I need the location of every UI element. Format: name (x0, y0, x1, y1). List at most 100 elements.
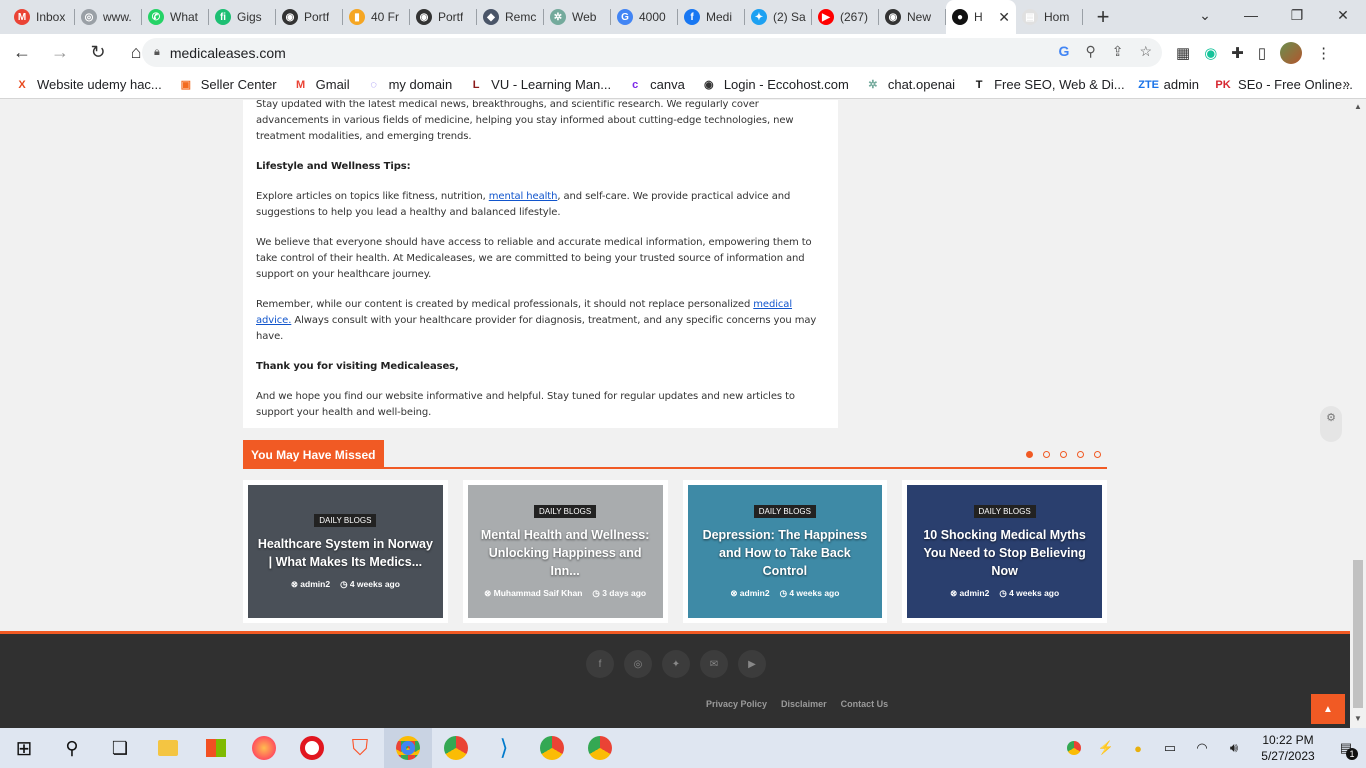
wifi-icon[interactable]: ◠ (1186, 740, 1218, 756)
post-thumbnail[interactable]: DAILY BLOGS Healthcare System in Norway |… (248, 485, 443, 618)
url-text[interactable]: medicaleases.com (170, 45, 286, 61)
author[interactable]: ⊗ admin2 (291, 579, 330, 590)
post-title[interactable]: Depression: The Happiness and How to Tak… (688, 526, 883, 580)
chrome-profile-icon[interactable] (576, 728, 624, 768)
page-scrollbar[interactable]: ▲ ▼ (1350, 100, 1366, 728)
settings-widget-icon[interactable]: ⚙ (1320, 406, 1342, 442)
category-badge[interactable]: DAILY BLOGS (534, 504, 597, 518)
carousel-dot[interactable] (1026, 451, 1033, 458)
instagram-icon[interactable]: ◎ (624, 650, 652, 678)
scrollbar-thumb[interactable] (1353, 560, 1363, 708)
bookmark-item[interactable]: ZTE admin (1138, 77, 1199, 93)
scroll-down-arrow-icon[interactable]: ▼ (1354, 714, 1362, 723)
post-title[interactable]: Healthcare System in Norway | What Makes… (248, 535, 443, 571)
chrome-tray-icon[interactable] (1058, 741, 1090, 755)
post-thumbnail[interactable]: DAILY BLOGS Depression: The Happiness and… (687, 485, 883, 618)
scroll-up-arrow-icon[interactable]: ▲ (1354, 102, 1362, 111)
extensions-puzzle-icon[interactable]: ✚ (1231, 44, 1244, 62)
bookmark-item[interactable]: PK SEo - Free Online... (1215, 77, 1353, 93)
store-icon[interactable] (192, 728, 240, 768)
brave-icon[interactable]: ⛉ (336, 728, 384, 768)
browser-tab[interactable]: ◉ Portf (410, 0, 477, 34)
chrome-icon[interactable] (528, 728, 576, 768)
bookmark-item[interactable]: M Gmail (293, 77, 350, 93)
volume-icon[interactable]: 🔊︎ (1218, 740, 1250, 756)
windows-start-icon[interactable]: ⊞ (0, 728, 48, 768)
carousel-dot[interactable] (1043, 451, 1050, 458)
system-clock[interactable]: 10:22 PM 5/27/2023 (1250, 732, 1326, 764)
menu-kebab-icon[interactable]: ⋮ (1316, 44, 1331, 62)
browser-tab[interactable]: ◉ New (879, 0, 946, 34)
scroll-to-top-button[interactable]: ▲ (1311, 694, 1345, 724)
footer-link[interactable]: Disclaimer (781, 699, 827, 709)
task-view-icon[interactable]: ❏ (96, 728, 144, 768)
twitter-icon[interactable]: ✦ (662, 650, 690, 678)
chrome-profile-icon[interactable] (432, 728, 480, 768)
carousel-dot[interactable] (1060, 451, 1067, 458)
google-lens-icon[interactable]: G (1059, 43, 1070, 60)
zoom-icon[interactable]: ⚲ (1085, 43, 1095, 60)
tab-search-icon[interactable]: ⌄ (1182, 0, 1228, 30)
youtube-icon[interactable]: ▶ (738, 650, 766, 678)
category-badge[interactable]: DAILY BLOGS (753, 504, 816, 518)
new-tab-button[interactable]: + (1083, 0, 1123, 34)
browser-tab[interactable]: ▶ (267) (812, 0, 879, 34)
minimize-button[interactable]: — (1228, 0, 1274, 30)
post-thumbnail[interactable]: DAILY BLOGS Mental Health and Wellness: U… (467, 485, 663, 618)
bookmark-item[interactable]: ◉ Login - Eccohost.com (701, 77, 849, 93)
bookmark-item[interactable]: L VU - Learning Man... (468, 77, 611, 93)
facebook-icon[interactable]: f (586, 650, 614, 678)
post-card[interactable]: DAILY BLOGS Healthcare System in Norway |… (243, 480, 448, 623)
lightning-icon[interactable]: ⚡ (1090, 740, 1122, 756)
browser-tab[interactable]: ◎ www. (75, 0, 142, 34)
post-title[interactable]: Mental Health and Wellness: Unlocking Ha… (468, 526, 663, 580)
back-button[interactable]: ← (6, 37, 38, 69)
browser-tab[interactable]: ● H ✕ (946, 0, 1016, 34)
opera-icon[interactable] (288, 728, 336, 768)
notification-center-icon[interactable]: ▤ 1 (1326, 740, 1366, 760)
share-icon[interactable]: ⇪ (1112, 43, 1124, 60)
grammarly-extension-icon[interactable]: ◉ (1204, 44, 1217, 62)
author[interactable]: ⊗ admin2 (950, 588, 989, 599)
post-card[interactable]: DAILY BLOGS Mental Health and Wellness: U… (462, 480, 668, 623)
search-icon[interactable]: ⚲ (48, 728, 96, 768)
side-panel-icon[interactable]: ▯ (1258, 44, 1266, 62)
forward-button[interactable]: → (44, 37, 76, 69)
bookmark-item[interactable]: c canva (627, 77, 685, 93)
address-bar[interactable]: 🔒︎ medicaleases.com G ⚲ ⇪ ☆ (142, 38, 1162, 67)
app-tray-icon[interactable]: ● (1122, 741, 1154, 756)
firefox-icon[interactable] (240, 728, 288, 768)
browser-tab[interactable]: ✲ Web (544, 0, 611, 34)
author[interactable]: ⊗ Muhammad Saif Khan (484, 588, 582, 599)
carousel-dot[interactable] (1077, 451, 1084, 458)
reload-button[interactable]: ↻ (82, 37, 114, 69)
browser-tab[interactable]: f Medi (678, 0, 745, 34)
bookmark-item[interactable]: ◌ my domain (366, 77, 452, 93)
bookmark-item[interactable]: ✲ chat.openai (865, 77, 955, 93)
maximize-button[interactable]: ❐ (1274, 0, 1320, 30)
browser-tab[interactable]: fi Gigs (209, 0, 276, 34)
carousel-dot[interactable] (1094, 451, 1101, 458)
chrome-icon[interactable] (384, 728, 432, 768)
browser-tab[interactable]: ✆ What (142, 0, 209, 34)
vscode-icon[interactable]: ⟩ (480, 728, 528, 768)
author[interactable]: ⊗ admin2 (730, 588, 769, 599)
post-title[interactable]: 10 Shocking Medical Myths You Need to St… (907, 526, 1102, 580)
profile-avatar[interactable] (1280, 42, 1303, 64)
close-window-button[interactable]: ✕ (1320, 0, 1366, 30)
bookmarks-overflow-icon[interactable]: » (1343, 76, 1350, 91)
bookmark-star-icon[interactable]: ☆ (1139, 43, 1152, 60)
browser-tab[interactable]: M Inbox (8, 0, 75, 34)
close-tab-icon[interactable]: ✕ (998, 9, 1010, 26)
browser-tab[interactable]: ▤ Hom (1016, 0, 1083, 34)
post-card[interactable]: DAILY BLOGS Depression: The Happiness and… (682, 480, 888, 623)
post-card[interactable]: DAILY BLOGS 10 Shocking Medical Myths You… (902, 480, 1107, 623)
qr-extension-icon[interactable]: ▦ (1176, 44, 1190, 62)
browser-tab[interactable]: ◉ Portf (276, 0, 343, 34)
mental-health-link[interactable]: mental health (489, 191, 558, 202)
bookmark-item[interactable]: X Website udemy hac... (14, 77, 161, 93)
chat-icon[interactable]: ✉ (700, 650, 728, 678)
category-badge[interactable]: DAILY BLOGS (314, 513, 377, 527)
category-badge[interactable]: DAILY BLOGS (973, 504, 1036, 518)
footer-link[interactable]: Privacy Policy (706, 699, 767, 709)
